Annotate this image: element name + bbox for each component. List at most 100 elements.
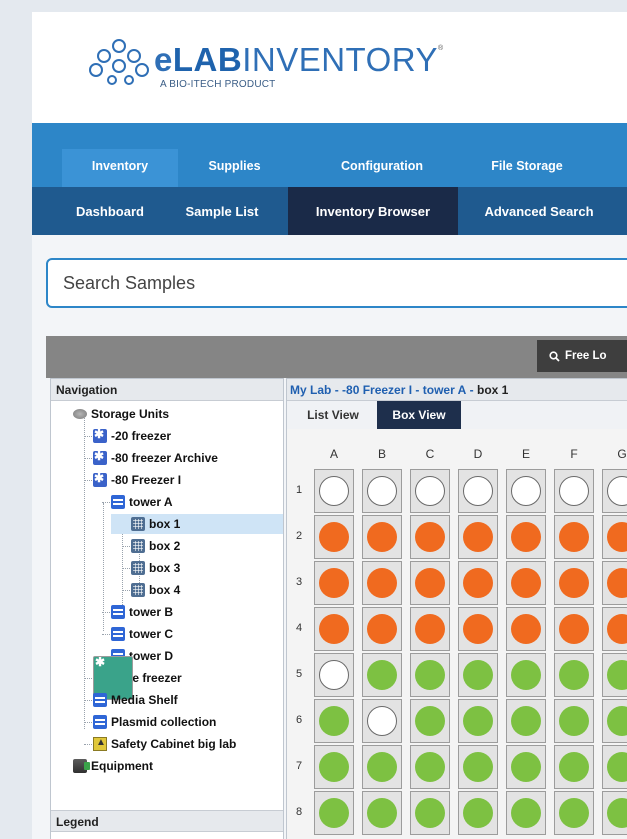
- box-cell-c3[interactable]: [410, 561, 450, 605]
- box-icon: [131, 517, 145, 531]
- tree-item-80-freezer-i[interactable]: -80 Freezer I: [93, 470, 181, 490]
- tab-sample-list[interactable]: Sample List: [172, 187, 272, 235]
- tree-item-safety-cabinet-big-lab[interactable]: Safety Cabinet big lab: [93, 734, 236, 754]
- sample-well-green: [367, 798, 397, 828]
- tree-item-box-3[interactable]: box 3: [131, 558, 180, 578]
- box-cell-b2[interactable]: [362, 515, 402, 559]
- box-cell-b7[interactable]: [362, 745, 402, 789]
- tree-item-tower-b[interactable]: tower B: [111, 602, 173, 622]
- box-cell-f5[interactable]: [554, 653, 594, 697]
- row-header: 4: [295, 622, 303, 634]
- box-cell-f8[interactable]: [554, 791, 594, 835]
- box-cell-d8[interactable]: [458, 791, 498, 835]
- box-cell-g4[interactable]: [602, 607, 627, 651]
- box-cell-g6[interactable]: [602, 699, 627, 743]
- box-cell-a6[interactable]: [314, 699, 354, 743]
- box-cell-e8[interactable]: [506, 791, 546, 835]
- box-cell-d3[interactable]: [458, 561, 498, 605]
- box-cell-b4[interactable]: [362, 607, 402, 651]
- tree-branch-line: [84, 722, 92, 723]
- box-cell-c8[interactable]: [410, 791, 450, 835]
- box-cell-g5[interactable]: [602, 653, 627, 697]
- box-cell-b1[interactable]: [362, 469, 402, 513]
- box-cell-d2[interactable]: [458, 515, 498, 559]
- tree-item-equipment[interactable]: Equipment: [73, 756, 153, 776]
- column-header: G: [617, 447, 627, 461]
- tree-item-label: tower D: [129, 649, 174, 663]
- box-cell-b6[interactable]: [362, 699, 402, 743]
- tab-list-view[interactable]: List View: [291, 401, 375, 429]
- tree-item-label: -80 Freezer I: [111, 473, 182, 487]
- box-cell-e5[interactable]: [506, 653, 546, 697]
- sample-well-green: [463, 752, 493, 782]
- box-cell-g2[interactable]: [602, 515, 627, 559]
- box-cell-a4[interactable]: [314, 607, 354, 651]
- tree-item-cell-line-freezer[interactable]: Cell line freezer: [93, 655, 182, 700]
- box-cell-e2[interactable]: [506, 515, 546, 559]
- box-cell-b5[interactable]: [362, 653, 402, 697]
- box-grid: A B C D E F G 1 2 3 4 5 6 7 8: [287, 429, 627, 839]
- sample-well-orange: [463, 522, 493, 552]
- breadcrumb-my-lab[interactable]: My Lab: [290, 383, 331, 397]
- box-cell-a7[interactable]: [314, 745, 354, 789]
- box-cell-f1[interactable]: [554, 469, 594, 513]
- tree-item-media-shelf[interactable]: Media Shelf: [93, 690, 178, 710]
- breadcrumb-tower[interactable]: tower A: [423, 383, 467, 397]
- tab-dashboard[interactable]: Dashboard: [60, 187, 160, 235]
- box-cell-c6[interactable]: [410, 699, 450, 743]
- tree-item-box-4[interactable]: box 4: [131, 580, 180, 600]
- box-cell-e4[interactable]: [506, 607, 546, 651]
- box-cell-a3[interactable]: [314, 561, 354, 605]
- sub-nav: Dashboard Sample List Inventory Browser …: [32, 187, 627, 235]
- box-cell-c4[interactable]: [410, 607, 450, 651]
- tree-item-box-2[interactable]: box 2: [131, 536, 180, 556]
- box-cell-d7[interactable]: [458, 745, 498, 789]
- box-cell-f6[interactable]: [554, 699, 594, 743]
- tree-item-20-freezer[interactable]: -20 freezer: [93, 426, 171, 446]
- tree-item-tower-c[interactable]: tower C: [111, 624, 173, 644]
- box-cell-d1[interactable]: [458, 469, 498, 513]
- tree-item-label: tower A: [129, 495, 173, 509]
- sample-well-orange: [319, 522, 349, 552]
- tree-item-80-freezer-archive[interactable]: -80 freezer Archive: [93, 448, 218, 468]
- box-cell-e7[interactable]: [506, 745, 546, 789]
- box-cell-e6[interactable]: [506, 699, 546, 743]
- box-cell-d4[interactable]: [458, 607, 498, 651]
- box-cell-f4[interactable]: [554, 607, 594, 651]
- tab-advanced-search[interactable]: Advanced Search: [464, 187, 614, 235]
- box-cell-e1[interactable]: [506, 469, 546, 513]
- box-cell-d6[interactable]: [458, 699, 498, 743]
- box-cell-c5[interactable]: [410, 653, 450, 697]
- box-cell-b8[interactable]: [362, 791, 402, 835]
- box-cell-g3[interactable]: [602, 561, 627, 605]
- tree-item-plasmid-collection[interactable]: Plasmid collection: [93, 712, 216, 732]
- box-cell-g8[interactable]: [602, 791, 627, 835]
- tree-item-label: -80 freezer Archive: [111, 451, 218, 465]
- breadcrumb-freezer[interactable]: -80 Freezer I: [342, 383, 412, 397]
- box-cell-e3[interactable]: [506, 561, 546, 605]
- box-cell-g1[interactable]: [602, 469, 627, 513]
- tree-item-label: Equipment: [91, 759, 153, 773]
- box-cell-a1[interactable]: [314, 469, 354, 513]
- box-cell-c1[interactable]: [410, 469, 450, 513]
- brand-tagline: A BIO-ITECH PRODUCT: [160, 79, 276, 90]
- box-cell-a5[interactable]: [314, 653, 354, 697]
- box-cell-a2[interactable]: [314, 515, 354, 559]
- box-cell-f3[interactable]: [554, 561, 594, 605]
- tree-item-storage-units[interactable]: Storage Units: [73, 404, 169, 424]
- free-locations-button[interactable]: Free Lo: [537, 340, 627, 372]
- box-cell-f7[interactable]: [554, 745, 594, 789]
- search-input[interactable]: [46, 258, 627, 308]
- box-cell-c2[interactable]: [410, 515, 450, 559]
- box-cell-f2[interactable]: [554, 515, 594, 559]
- tab-inventory-browser[interactable]: Inventory Browser: [288, 187, 458, 235]
- sample-well-green: [319, 798, 349, 828]
- box-cell-c7[interactable]: [410, 745, 450, 789]
- box-cell-g7[interactable]: [602, 745, 627, 789]
- tree-item-tower-a[interactable]: tower A: [111, 492, 173, 512]
- box-cell-b3[interactable]: [362, 561, 402, 605]
- tree-item-box-1[interactable]: box 1: [111, 514, 283, 534]
- tab-box-view[interactable]: Box View: [377, 401, 461, 429]
- box-cell-a8[interactable]: [314, 791, 354, 835]
- box-cell-d5[interactable]: [458, 653, 498, 697]
